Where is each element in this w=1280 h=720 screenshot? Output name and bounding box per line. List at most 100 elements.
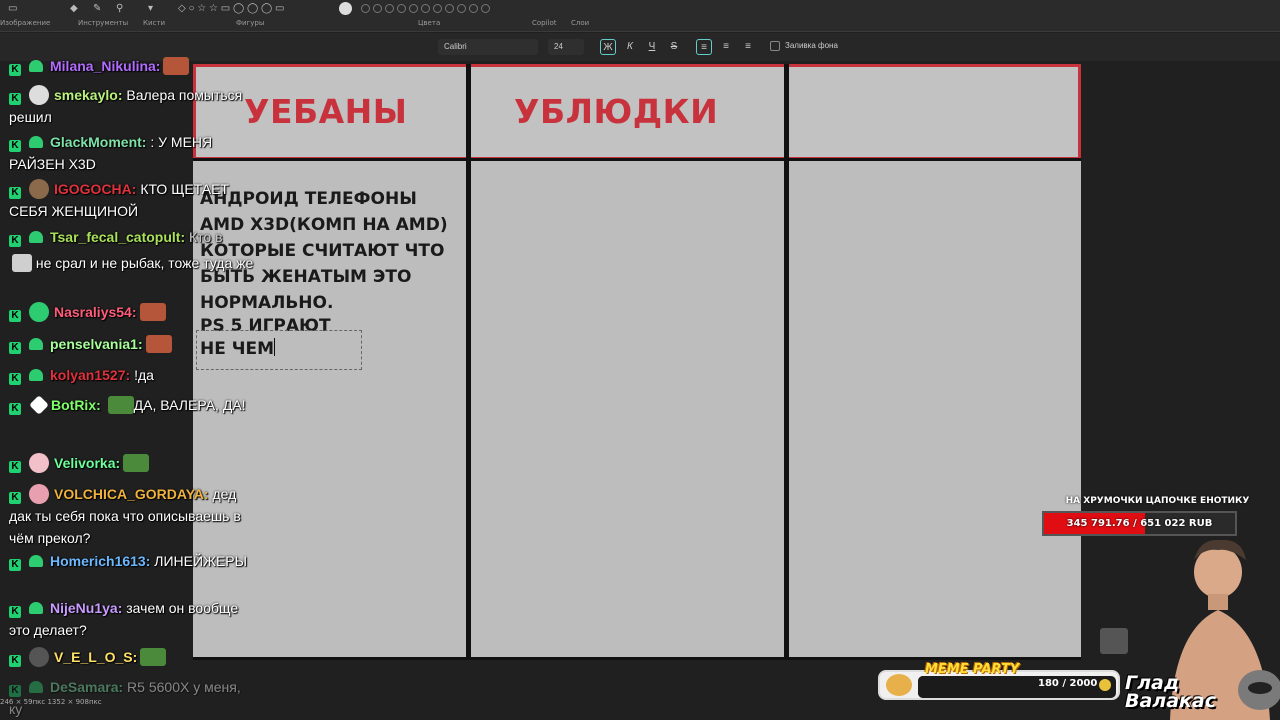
chat-nick: Homerich1613: <box>50 553 151 569</box>
eraser-icon[interactable]: ◆ <box>70 3 78 14</box>
chat-message: K Nasraliys54: <box>9 301 254 323</box>
color-swatch[interactable] <box>445 4 454 13</box>
underline-button[interactable]: Ч <box>644 39 660 55</box>
chat-message: Kpenselvania1: <box>9 333 254 355</box>
paint-ribbon: ▭ ◆ ✎ ⚲ ▾ ◇ ○ ☆ ☆ ▭ ◯ ◯ ◯ ▭ Изображение … <box>0 0 1280 32</box>
chat-text: Кто в <box>189 229 223 245</box>
kick-badge-icon: K <box>9 140 21 152</box>
emote-icon <box>145 335 172 353</box>
kick-badge-icon: K <box>9 310 21 322</box>
heart-badge-icon <box>29 231 43 243</box>
color-swatch[interactable] <box>481 4 490 13</box>
zoom-icon[interactable]: ⚲ <box>116 3 123 14</box>
chat-text: ЛИНЕЙЖЕРЫ <box>154 553 248 569</box>
color-swatch[interactable] <box>397 4 406 13</box>
chat-nick: IGOGOCHA: <box>54 181 137 197</box>
fill-background-checkbox[interactable] <box>770 41 780 51</box>
color-swatch[interactable] <box>421 4 430 13</box>
chat-nick: Velivorka: <box>54 455 121 471</box>
chat-message: K Homerich1613: ЛИНЕЙЖЕРЫ <box>9 550 254 572</box>
kick-badge-icon: K <box>9 655 21 667</box>
heart-badge-icon <box>29 602 43 614</box>
bold-button[interactable]: Ж <box>600 39 616 55</box>
kick-badge-icon: K <box>9 64 21 76</box>
brush-icon[interactable]: ▾ <box>148 3 153 14</box>
color-swatch[interactable] <box>433 4 442 13</box>
avatar-icon <box>29 647 49 667</box>
pencil-icon[interactable]: ✎ <box>93 3 101 14</box>
meme-party-title: MEME PARTY <box>925 662 1020 677</box>
avatar-icon <box>29 302 49 322</box>
kick-badge-icon: K <box>9 235 21 247</box>
column-header-2: УБЛЮДКИ <box>514 92 719 131</box>
chat-message: K Tsar_fecal_catopult: Кто в <box>9 226 254 248</box>
chat-text: !да <box>134 367 154 383</box>
chat-message: K BotRix: ДА, ВАЛЕРА, ДА! <box>9 394 254 416</box>
text-caret <box>274 338 275 356</box>
coin-icon <box>1099 679 1111 691</box>
shapes-icon[interactable]: ◇ ○ ☆ ☆ ▭ ◯ ◯ ◯ <box>178 3 272 14</box>
chat-nick: NijeNu1ya: <box>50 600 123 616</box>
kick-badge-icon: K <box>9 187 21 199</box>
color-swatch[interactable] <box>469 4 478 13</box>
ribbon-group-copilot[interactable]: Copilot <box>532 19 557 27</box>
heart-badge-icon <box>29 338 43 350</box>
shape-fill-icon[interactable]: ▭ <box>275 3 284 14</box>
align-right-icon[interactable]: ≡ <box>740 39 756 55</box>
chat-nick: BotRix: <box>51 397 101 413</box>
pepe-emote-icon <box>140 648 167 666</box>
chat-message: Kkolyan1527: !да <box>9 364 254 386</box>
chat-nick: V_E_L_O_S: <box>54 649 138 665</box>
color-swatch[interactable] <box>373 4 382 13</box>
ribbon-group-image: Изображение <box>0 19 51 27</box>
kick-badge-icon: K <box>9 492 21 504</box>
color-swatch[interactable] <box>361 4 370 13</box>
avatar-icon <box>29 85 49 105</box>
heart-badge-icon <box>29 136 43 148</box>
image-icon[interactable]: ▭ <box>8 3 17 14</box>
chat-message: K GlackMoment: : У МЕНЯ РАЙЗЕН X3D <box>9 131 254 175</box>
align-left-icon[interactable]: ≡ <box>696 39 712 55</box>
chat-nick: DeSamara: <box>50 679 124 695</box>
emote-icon <box>163 57 190 75</box>
column-divider <box>466 64 471 660</box>
ribbon-group-layers[interactable]: Слои <box>571 19 589 27</box>
kick-badge-icon: K <box>9 559 21 571</box>
heart-badge-icon <box>29 681 43 693</box>
align-center-icon[interactable]: ≡ <box>718 39 734 55</box>
kick-badge-icon: K <box>9 461 21 473</box>
ribbon-group-shapes: Фигуры <box>236 19 265 27</box>
stream-frame: ▭ ◆ ✎ ⚲ ▾ ◇ ○ ☆ ☆ ▭ ◯ ◯ ◯ ▭ Изображение … <box>0 0 1280 720</box>
italic-button[interactable]: К <box>622 39 638 55</box>
font-select[interactable]: Calibri <box>438 39 538 55</box>
donation-goal-title: НА ХРУМОЧКИ ЦАПОЧКЕ ЕНОТИКУ <box>1065 496 1250 506</box>
kick-badge-icon: K <box>9 403 21 415</box>
heart-badge-icon <box>29 555 43 567</box>
ribbon-group-colors: Цвета <box>418 19 441 27</box>
chat-message: K V_E_L_O_S: <box>9 646 254 668</box>
pepe-emote-icon <box>123 454 150 472</box>
color-swatch[interactable] <box>457 4 466 13</box>
doge-icon <box>886 674 912 696</box>
color-swatch[interactable] <box>385 4 394 13</box>
chat-overlay: K Milana_Nikulina: Ksmekaylo: Валера помы… <box>0 55 260 720</box>
strikethrough-button[interactable]: S <box>666 39 682 55</box>
emote-icon <box>139 303 166 321</box>
chat-nick: Nasraliys54: <box>54 304 137 320</box>
chat-message: K Velivorka: <box>9 452 254 474</box>
small-avatar <box>1100 628 1128 654</box>
primary-color[interactable] <box>339 2 352 15</box>
pepe-emote-icon <box>107 396 134 414</box>
chat-nick: penselvania1: <box>50 336 143 352</box>
header-divider <box>193 158 1081 161</box>
drawing-canvas[interactable]: УЕБАНЫ УБЛЮДКИ АНДРОИД ТЕЛЕФОНЫ AMD X3D(… <box>193 64 1081 660</box>
color-swatch[interactable] <box>409 4 418 13</box>
chat-nick: smekaylo: <box>54 87 123 103</box>
kick-badge-icon: K <box>9 685 21 697</box>
avatar-icon <box>29 484 49 504</box>
chat-nick: VOLCHICA_GORDAYA: <box>54 486 209 502</box>
ribbon-group-tools: Инструменты <box>78 19 129 27</box>
font-size-select[interactable]: 24 <box>548 39 584 55</box>
canvas-bottom-border <box>193 657 1081 660</box>
heart-badge-icon <box>29 369 43 381</box>
